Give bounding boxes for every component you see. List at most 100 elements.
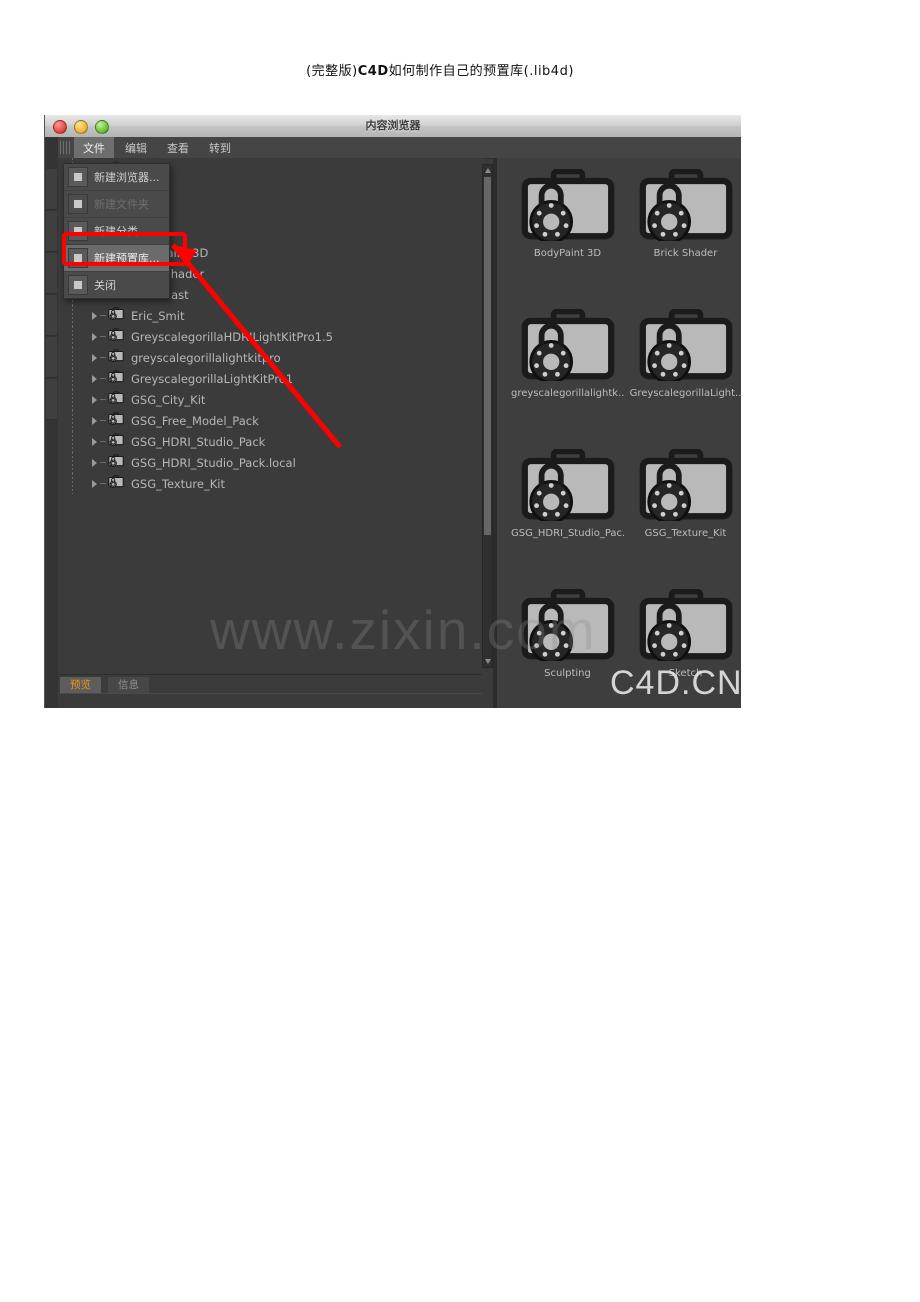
chevron-right-icon[interactable] [92, 416, 97, 425]
locked-case-icon [629, 444, 741, 526]
tree-item-GSG_HDRI_Studio_Pack.local[interactable]: GSG_HDRI_Studio_Pack.local [58, 452, 482, 473]
tree-item-GSG_HDRI_Studio_Pack[interactable]: GSG_HDRI_Studio_Pack [58, 431, 482, 452]
menu-item-preset-library-new[interactable]: 新建预置库... [64, 244, 169, 271]
scroll-down-icon[interactable] [485, 659, 491, 664]
menu-item-label: 新建预置库... [94, 252, 160, 265]
tree-item-greyscalegorillalightkitpro[interactable]: greyscalegorillalightkitpro [58, 347, 482, 368]
tree-guide-line [72, 347, 73, 368]
tree-item-label: GreyscalegorillaHDRILightKitPro1.5 [131, 329, 333, 344]
tree-guide-line [72, 368, 73, 389]
grid-item[interactable]: GreyscalegorillaLight.. [629, 304, 741, 399]
tree-dash [100, 420, 106, 421]
chevron-right-icon[interactable] [92, 479, 97, 488]
locked-case-icon [108, 306, 124, 325]
page-title: (完整版)C4D如何制作自己的预置库(.lib4d) [0, 60, 920, 79]
chevron-right-icon[interactable] [92, 374, 97, 383]
tab-preview[interactable]: 预览 [60, 677, 101, 694]
grid-item[interactable]: Sculpting [511, 584, 624, 679]
grid-item[interactable]: greyscalegorillalightk.. [511, 304, 624, 399]
close-box-icon [68, 275, 88, 295]
content-grid: BodyPaint 3D Brick Shader greyscalegorilla… [497, 158, 741, 708]
rail-segment[interactable] [46, 295, 57, 336]
chevron-right-icon[interactable] [92, 311, 97, 320]
page-title-rest: 如何制作自己的预置库(.lib4d) [388, 64, 574, 79]
scroll-up-icon[interactable] [485, 168, 491, 173]
chevron-right-icon[interactable] [92, 437, 97, 446]
tree-dash [100, 399, 106, 400]
tree-item-label: greyscalegorillalightkitpro [131, 350, 281, 365]
grid-item[interactable]: GSG_Texture_Kit [629, 444, 741, 539]
tree-dash [100, 441, 106, 442]
scrollbar-thumb[interactable] [484, 177, 491, 535]
chevron-right-icon[interactable] [92, 353, 97, 362]
tree-item-GSG_Free_Model_Pack[interactable]: GSG_Free_Model_Pack [58, 410, 482, 431]
menubar-grip[interactable] [60, 141, 70, 154]
rail-segment[interactable] [46, 379, 57, 420]
grid-item-label: GreyscalegorillaLight.. [629, 388, 741, 399]
tree-guide-line [72, 326, 73, 347]
menu-file[interactable]: 文件 [74, 136, 114, 159]
locked-case-icon [629, 164, 741, 246]
menu-goto[interactable]: 转到 [200, 137, 240, 159]
menu-item-plus-box[interactable]: 新建浏览器... [64, 164, 169, 190]
grid-item[interactable]: Sketch [629, 584, 741, 679]
locked-case-icon [108, 474, 124, 493]
grid-item[interactable]: BodyPaint 3D [511, 164, 624, 259]
chevron-right-icon[interactable] [92, 332, 97, 341]
tree-item-label: GSG_City_Kit [131, 392, 206, 407]
grid-item[interactable]: Brick Shader [629, 164, 741, 259]
grid-item-label: Sketch [668, 668, 703, 679]
tree-dash [100, 336, 106, 337]
menu-edit[interactable]: 编辑 [116, 137, 156, 159]
chevron-right-icon[interactable] [92, 458, 97, 467]
tree-dash [100, 357, 106, 358]
tree-item-label: Eric_Smit [131, 308, 185, 323]
locked-case-icon [108, 348, 124, 367]
tree-item-GSG_Texture_Kit[interactable]: GSG_Texture_Kit [58, 473, 482, 494]
file-menu-dropdown: 新建浏览器... 新建文件夹新建分类新建预置库... 关闭 [63, 163, 170, 299]
grid-item-label: Brick Shader [653, 248, 718, 259]
locked-case-icon [511, 584, 624, 666]
tree-scrollbar[interactable] [482, 164, 493, 668]
tree-guide-line [72, 431, 73, 452]
rail-segment[interactable] [46, 337, 57, 378]
menu-item-label: 关闭 [94, 279, 116, 292]
page-title-prefix: (完整版) [306, 64, 358, 79]
left-rail [45, 137, 59, 708]
grid-item[interactable]: GSG_HDRI_Studio_Pac.. [511, 444, 624, 539]
window-titlebar[interactable]: 内容浏览器 [45, 115, 741, 138]
menubar-items: 文件 编辑 查看 转到 [74, 136, 242, 159]
preview-area [58, 693, 482, 708]
locked-case-icon [108, 453, 124, 472]
tree-guide-line [72, 473, 73, 494]
bottom-tabbar: 预览 信息 [58, 674, 482, 694]
tree-item-GSG_City_Kit[interactable]: GSG_City_Kit [58, 389, 482, 410]
chevron-right-icon[interactable] [92, 395, 97, 404]
tab-info[interactable]: 信息 [108, 677, 149, 694]
grid-item-label: BodyPaint 3D [533, 248, 602, 259]
menu-item-label: 新建分类 [94, 225, 138, 238]
locked-case-icon [511, 444, 624, 526]
locked-case-icon [629, 584, 741, 666]
tree-item-label: GSG_Texture_Kit [131, 476, 225, 491]
tree-dash [100, 483, 106, 484]
tree-item-GreyscalegorillaLightKitPro1[interactable]: GreyscalegorillaLightKitPro1 [58, 368, 482, 389]
tree-item-GreyscalegorillaHDRILightKitPro1.5[interactable]: GreyscalegorillaHDRILightKitPro1.5 [58, 326, 482, 347]
locked-case-icon [108, 390, 124, 409]
tree-item-label: GSG_Free_Model_Pack [131, 413, 259, 428]
menu-item-label: 新建文件夹 [94, 198, 149, 211]
rail-segment[interactable] [46, 253, 57, 294]
tree-dash [100, 462, 106, 463]
locked-case-icon [108, 432, 124, 451]
window-title: 内容浏览器 [365, 120, 421, 132]
tree-item-Eric_Smit[interactable]: Eric_Smit [58, 305, 482, 326]
folder-new-icon [68, 194, 88, 214]
rail-segment[interactable] [46, 169, 57, 210]
tree-item-label: GSG_HDRI_Studio_Pack [131, 434, 266, 449]
menu-view[interactable]: 查看 [158, 137, 198, 159]
rail-segment[interactable] [46, 211, 57, 252]
menu-item-category-new[interactable]: 新建分类 [64, 217, 169, 244]
tree-guide-line [72, 389, 73, 410]
menu-item-close-box[interactable]: 关闭 [64, 271, 169, 298]
locked-case-icon [108, 327, 124, 346]
